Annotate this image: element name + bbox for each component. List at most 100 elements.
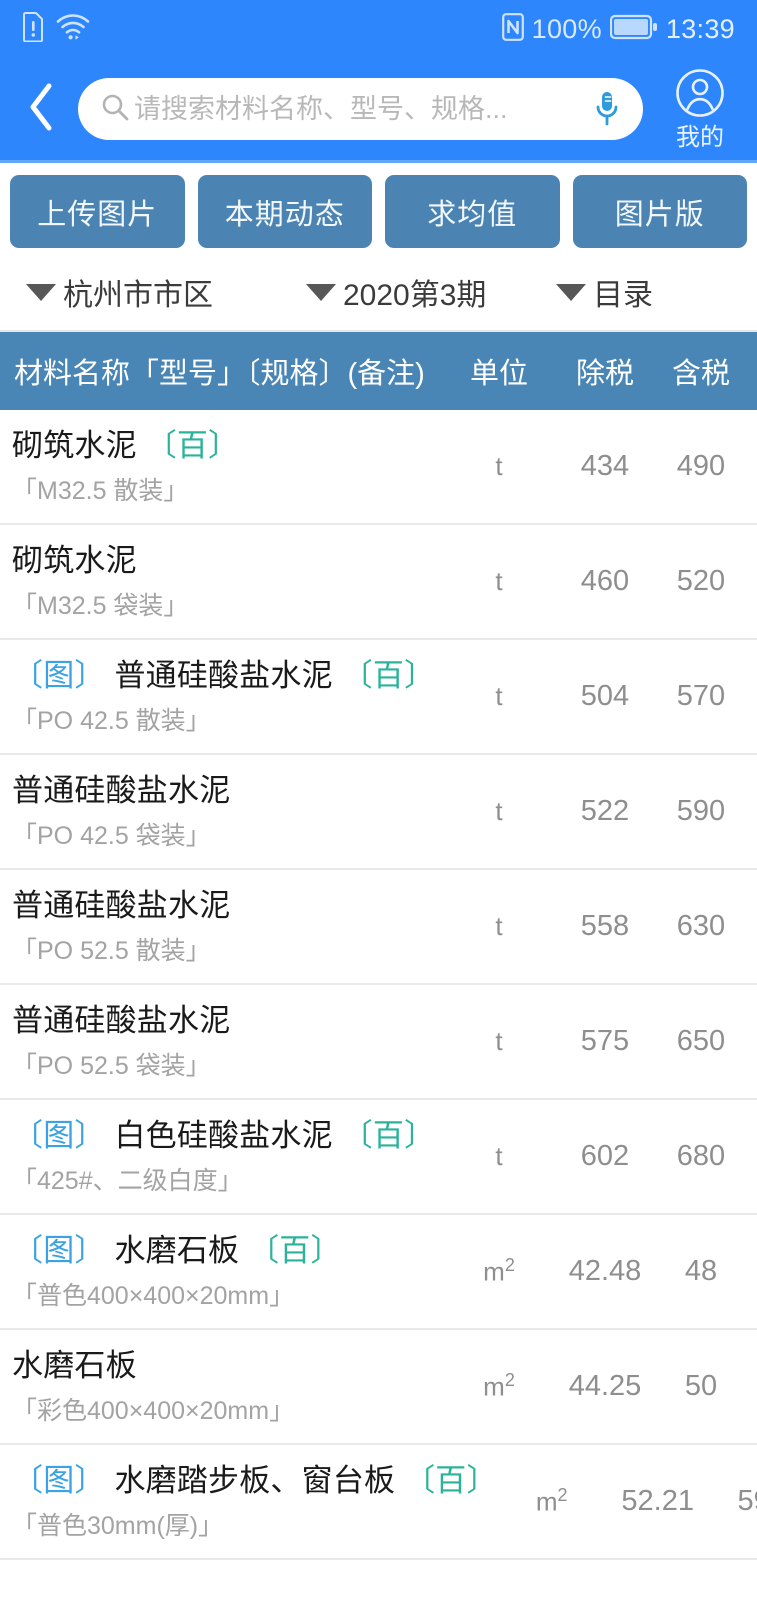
material-name-label: 普通硅酸盐水泥 [12, 772, 231, 808]
filter-region[interactable]: 杭州市市区 [26, 270, 306, 314]
microphone-icon[interactable] [591, 90, 623, 128]
image-tag[interactable]: 〔图〕 [12, 1118, 106, 1153]
hundred-tag[interactable]: 〔百〕 [146, 428, 240, 463]
material-name-label: 普通硅酸盐水泥 [114, 657, 333, 693]
material-name-line: 普通硅酸盐水泥 [12, 1001, 445, 1041]
cell-ex-tax-price: 602 [580, 1140, 630, 1172]
filter-catalog[interactable]: 目录 [556, 270, 731, 314]
material-name-label: 普通硅酸盐水泥 [12, 887, 231, 923]
material-name-label: 砌筑水泥 [12, 542, 137, 578]
cell-unit: t [445, 566, 553, 597]
image-version-button[interactable]: 图片版 [572, 175, 747, 248]
cell-ex-tax-price: 522 [580, 795, 630, 827]
table-row[interactable]: 〔图〕 白色硅酸盐水泥 〔百〕 「425#、二级白度」 t 602 680 [0, 1100, 757, 1215]
cell-unit: t [445, 1026, 553, 1057]
image-tag[interactable]: 〔图〕 [12, 658, 106, 693]
cell-material-name: 水磨石板「彩色400×400×20mm」 [0, 1346, 445, 1427]
cell-in-tax-price: 59 [737, 1485, 757, 1517]
column-header-unit: 单位 [469, 358, 528, 390]
cell-ex-tax-price: 42.48 [568, 1255, 642, 1287]
cell-in-tax-price: 680 [676, 1140, 726, 1172]
table-row[interactable]: 〔图〕 普通硅酸盐水泥 〔百〕 「PO 42.5 散装」 t 504 570 [0, 640, 757, 755]
cell-in-tax-price: 650 [676, 1025, 726, 1057]
nfc-icon [501, 12, 524, 46]
material-name-label: 白色硅酸盐水泥 [114, 1117, 333, 1153]
app-header: 我的 [0, 58, 757, 160]
cell-material-name: 〔图〕 普通硅酸盐水泥 〔百〕「PO 42.5 散装」 [0, 656, 445, 737]
unit-label: t [495, 451, 503, 481]
table-row[interactable]: 水磨石板 「彩色400×400×20mm」 m2 44.25 50 [0, 1330, 757, 1445]
table-row[interactable]: 〔图〕 水磨石板 〔百〕 「普色400×400×20mm」 m2 42.48 48 [0, 1215, 757, 1330]
table-row[interactable]: 砌筑水泥 〔百〕 「M32.5 散装」 t 434 490 [0, 410, 757, 525]
material-table-body: 砌筑水泥 〔百〕 「M32.5 散装」 t 434 490 砌筑水泥「M32.5 袋装」 t… [0, 410, 757, 1600]
cell-ex-tax-price: 44.25 [568, 1370, 642, 1402]
unit-label: m [535, 1486, 558, 1517]
material-spec-label: 「普色400×400×20mm」 [12, 1281, 295, 1310]
cell-material-name: 〔图〕 白色硅酸盐水泥 〔百〕 「425#、二级白度」 [0, 1116, 445, 1197]
cell-in-tax-price: 590 [676, 795, 726, 827]
unit-label: m [483, 1371, 505, 1402]
status-bar: 100% 13:39 [0, 0, 757, 58]
cell-material-name: 砌筑水泥「M32.5 袋装」 [0, 541, 445, 622]
material-name-label: 普通硅酸盐水泥 [12, 1002, 231, 1038]
chevron-down-icon [26, 283, 56, 301]
table-header: 材料名称「型号」〔规格〕(备注) 单位 除税 含税 [0, 332, 757, 410]
filter-period-label: 2020第3期 [343, 279, 487, 312]
material-spec-label: 「彩色400×400×20mm」 [12, 1396, 295, 1425]
cell-material-name: 普通硅酸盐水泥「PO 42.5 袋装」 [0, 771, 445, 852]
filter-bar: 杭州市市区 2020第3期 目录 [0, 258, 757, 330]
hundred-tag[interactable]: 〔百〕 [404, 1463, 498, 1498]
cell-unit: m2 [498, 1485, 606, 1518]
material-name-line: 〔图〕 普通硅酸盐水泥 〔百〕 [12, 656, 445, 696]
unit-label: t [495, 796, 503, 826]
hundred-tag[interactable]: 〔百〕 [342, 658, 436, 693]
table-row[interactable]: 〔图〕 水磨踏步板、窗台板 〔百〕「普色30mm(厚)」m252.2159 [0, 1445, 757, 1560]
cell-ex-tax-price: 558 [580, 910, 630, 942]
material-name-line: 〔图〕 水磨石板 〔百〕 [12, 1231, 445, 1271]
table-row[interactable]: 水磨踏步板、窗台板 [0, 1560, 757, 1600]
cell-material-name: 普通硅酸盐水泥 「PO 52.5 袋装」 [0, 1001, 445, 1082]
cell-in-tax-price: 630 [676, 910, 726, 942]
cell-unit: t [445, 796, 553, 827]
cell-unit: t [445, 681, 553, 712]
filter-catalog-label: 目录 [593, 279, 653, 312]
table-row[interactable]: 普通硅酸盐水泥 「PO 52.5 散装」 t 558 630 [0, 870, 757, 985]
table-row[interactable]: 普通硅酸盐水泥「PO 42.5 袋装」 t 522 590 [0, 755, 757, 870]
back-button[interactable] [10, 78, 72, 140]
material-spec-label: 「PO 42.5 袋装」 [12, 821, 211, 850]
material-spec-label: 「PO 42.5 散装」 [12, 706, 211, 735]
material-name-label: 水磨石板 [114, 1232, 240, 1268]
wifi-icon [56, 13, 90, 46]
table-row[interactable]: 普通硅酸盐水泥 「PO 52.5 袋装」 t 575 650 [0, 985, 757, 1100]
search-bar[interactable] [78, 78, 643, 140]
image-tag[interactable]: 〔图〕 [12, 1233, 106, 1268]
upload-image-button[interactable]: 上传图片 [10, 175, 185, 248]
status-bar-left [22, 11, 90, 47]
unit-label: t [495, 1026, 503, 1056]
filter-region-label: 杭州市市区 [63, 279, 213, 312]
hundred-tag[interactable]: 〔百〕 [342, 1118, 436, 1153]
material-name-line: 〔图〕 白色硅酸盐水泥 〔百〕 [12, 1116, 445, 1156]
material-name-label: 水磨石板 [12, 1347, 137, 1383]
battery-percent-label: 100% [531, 13, 602, 44]
image-tag[interactable]: 〔图〕 [12, 1463, 106, 1498]
hundred-tag[interactable]: 〔百〕 [248, 1233, 342, 1268]
search-input[interactable] [134, 93, 591, 125]
material-spec-label: 「M32.5 袋装」 [12, 591, 189, 620]
unit-superscript: 2 [504, 1370, 515, 1391]
unit-label: t [495, 566, 503, 596]
profile-label: 我的 [676, 124, 724, 151]
profile-button[interactable]: 我的 [657, 68, 743, 150]
filter-period[interactable]: 2020第3期 [306, 270, 556, 314]
current-period-trend-button[interactable]: 本期动态 [197, 175, 372, 248]
material-name-line: 砌筑水泥 〔百〕 [12, 426, 445, 466]
cell-ex-tax-price: 504 [580, 680, 630, 712]
material-spec-label: 「普色30mm(厚)」 [12, 1511, 224, 1540]
average-value-button[interactable]: 求均值 [385, 175, 560, 248]
clock-label: 13:39 [665, 13, 735, 44]
table-row[interactable]: 砌筑水泥 「M32.5 袋装」 t 460 520 [0, 525, 757, 640]
chevron-down-icon [306, 283, 336, 301]
material-name-line: 〔图〕 水磨踏步板、窗台板 〔百〕 [12, 1461, 498, 1501]
unit-superscript: 2 [557, 1485, 568, 1506]
chevron-down-icon [556, 283, 586, 301]
